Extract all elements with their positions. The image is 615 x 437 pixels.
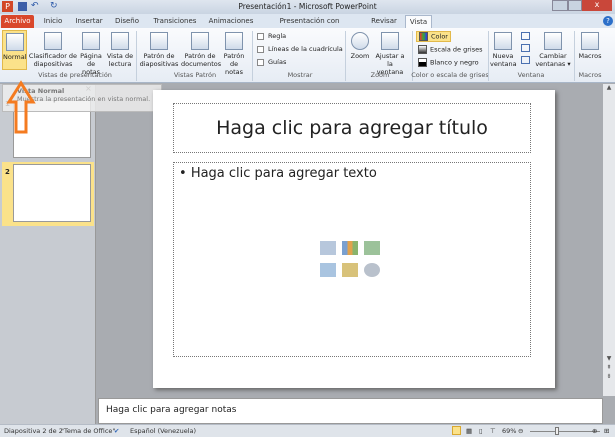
tab-diseno[interactable]: Diseño bbox=[112, 15, 142, 28]
tooltip-text: Muestra la presentación en vista normal. bbox=[17, 95, 151, 103]
macros-button[interactable]: Macros bbox=[576, 32, 604, 60]
table-icon[interactable] bbox=[320, 241, 336, 255]
fit-slide-button[interactable]: ⊞ bbox=[604, 425, 609, 437]
cascade-icon[interactable] bbox=[521, 44, 530, 52]
slideshow-status-button[interactable]: ⊤ bbox=[490, 425, 496, 437]
new-window-button[interactable]: Nueva ventana bbox=[490, 32, 517, 68]
slide-canvas: Haga clic para agregar título • Haga cli… bbox=[153, 90, 555, 388]
tab-animaciones[interactable]: Animaciones bbox=[207, 15, 255, 28]
notes-page-icon bbox=[82, 32, 100, 50]
tab-presentacion[interactable]: Presentación con diapositivas bbox=[262, 15, 357, 38]
minimize-button[interactable] bbox=[552, 0, 568, 11]
tab-vista[interactable]: Vista bbox=[405, 15, 432, 28]
gridlines-checkbox[interactable]: Líneas de la cuadrícula bbox=[257, 45, 343, 53]
ribbon-tabs: Archivo Inicio Insertar Diseño Transicio… bbox=[0, 14, 615, 38]
content-bullet: • Haga clic para agregar texto bbox=[179, 166, 377, 181]
zoom-in-button[interactable]: ⊕ bbox=[592, 425, 597, 437]
black-white-icon bbox=[418, 58, 427, 67]
new-window-icon bbox=[494, 32, 512, 50]
zoom-out-button[interactable]: ⊖ bbox=[518, 425, 523, 437]
color-button[interactable]: Color bbox=[416, 31, 451, 42]
slide-master-button[interactable]: Patrón de diapositivas bbox=[138, 32, 180, 68]
slide-thumbnail-2[interactable] bbox=[13, 164, 91, 222]
media-icon[interactable] bbox=[364, 263, 380, 277]
switch-windows-icon bbox=[544, 32, 562, 50]
notes-master-icon bbox=[225, 32, 243, 50]
language[interactable]: Español (Venezuela) bbox=[130, 425, 196, 437]
guides-checkbox[interactable]: Guías bbox=[257, 58, 286, 66]
zoom-button[interactable]: Zoom bbox=[348, 32, 372, 60]
ribbon: Normal Clasificador de diapositivas Pági… bbox=[0, 28, 615, 83]
group-label-patron: Vistas Patrón bbox=[173, 71, 217, 79]
chart-icon[interactable] bbox=[342, 241, 358, 255]
switch-windows-button[interactable]: Cambiar ventanas ▾ bbox=[535, 32, 571, 68]
reading-view-button[interactable]: Vista de lectura bbox=[106, 32, 134, 68]
magnifier-icon bbox=[351, 32, 369, 50]
color-icon bbox=[419, 32, 428, 41]
normal-view-icon bbox=[5, 33, 24, 51]
grayscale-button[interactable]: Escala de grises bbox=[418, 45, 482, 54]
theme-name[interactable]: "Tema de Office" bbox=[61, 425, 115, 437]
macros-icon bbox=[581, 32, 599, 50]
clipart-icon[interactable] bbox=[342, 263, 358, 277]
notes-master-button[interactable]: Patrón de notas bbox=[220, 32, 248, 76]
sorter-view-status-button[interactable]: ▦ bbox=[466, 425, 472, 437]
move-split-icon[interactable] bbox=[521, 56, 530, 64]
normal-view-button[interactable]: Normal bbox=[2, 30, 27, 70]
slide-sorter-icon bbox=[44, 32, 62, 50]
slide-count: Diapositiva 2 de 2 bbox=[4, 427, 63, 435]
zoom-slider-thumb[interactable] bbox=[555, 427, 559, 435]
group-label-zoom: Zoom bbox=[370, 71, 390, 79]
group-label-mostrar: Mostrar bbox=[287, 71, 313, 79]
insert-content-icons bbox=[320, 241, 382, 281]
status-bar: Diapositiva 2 de 2 "Tema de Office" ✔ Es… bbox=[0, 424, 615, 437]
handout-master-icon bbox=[191, 32, 209, 50]
tab-transiciones[interactable]: Transiciones bbox=[150, 15, 200, 28]
notes-page-button[interactable]: Página de notas bbox=[78, 32, 104, 76]
group-label-macros: Macros bbox=[578, 71, 602, 79]
tab-archivo[interactable]: Archivo bbox=[1, 15, 34, 28]
title-placeholder[interactable]: Haga clic para agregar título bbox=[173, 103, 531, 153]
content-placeholder[interactable]: • Haga clic para agregar texto bbox=[173, 162, 531, 357]
tab-insertar[interactable]: Insertar bbox=[72, 15, 106, 28]
close-button[interactable]: x bbox=[582, 0, 612, 11]
ruler-checkbox[interactable]: Regla bbox=[257, 32, 286, 40]
fit-window-button[interactable]: Ajustar a la ventana bbox=[373, 32, 407, 76]
group-label-color: Color o escala de grises bbox=[411, 71, 489, 79]
black-white-button[interactable]: Blanco y negro bbox=[418, 58, 479, 67]
smartart-icon[interactable] bbox=[364, 241, 380, 255]
notes-field[interactable]: Haga clic para agregar notas bbox=[98, 398, 603, 424]
slide-master-icon bbox=[150, 32, 168, 50]
tooltip-title: Vista Normal bbox=[17, 87, 65, 95]
group-label-vistas: Vistas de presentación bbox=[38, 71, 112, 79]
picture-icon[interactable] bbox=[320, 263, 336, 277]
zoom-slider[interactable] bbox=[530, 431, 600, 432]
handout-master-button[interactable]: Patrón de documentos bbox=[181, 32, 221, 68]
normal-view-status-button[interactable] bbox=[452, 426, 461, 435]
group-label-ventana: Ventana bbox=[517, 71, 545, 79]
arrange-all-icon[interactable] bbox=[521, 32, 530, 40]
fit-window-icon bbox=[381, 32, 399, 50]
vertical-scrollbar[interactable]: ▲ ▼ ⇞ ⇟ bbox=[603, 84, 615, 396]
maximize-button[interactable] bbox=[568, 0, 582, 11]
reading-view-icon bbox=[111, 32, 129, 50]
window-title: Presentación1 - Microsoft PowerPoint bbox=[238, 2, 377, 11]
title-bar: P ↶ ↻ Presentación1 - Microsoft PowerPoi… bbox=[0, 0, 615, 14]
grayscale-icon bbox=[418, 45, 427, 54]
slide-sorter-button[interactable]: Clasificador de diapositivas bbox=[28, 32, 78, 68]
help-icon[interactable]: ? bbox=[603, 16, 613, 26]
tab-revisar[interactable]: Revisar bbox=[366, 15, 402, 28]
slide-number: 2 bbox=[5, 168, 10, 176]
tab-inicio[interactable]: Inicio bbox=[38, 15, 68, 28]
spellcheck-icon[interactable]: ✔ bbox=[114, 425, 119, 437]
reading-view-status-button[interactable]: ▯ bbox=[479, 425, 483, 437]
annotation-arrow-icon bbox=[6, 80, 36, 134]
zoom-level[interactable]: 69% bbox=[502, 425, 516, 437]
